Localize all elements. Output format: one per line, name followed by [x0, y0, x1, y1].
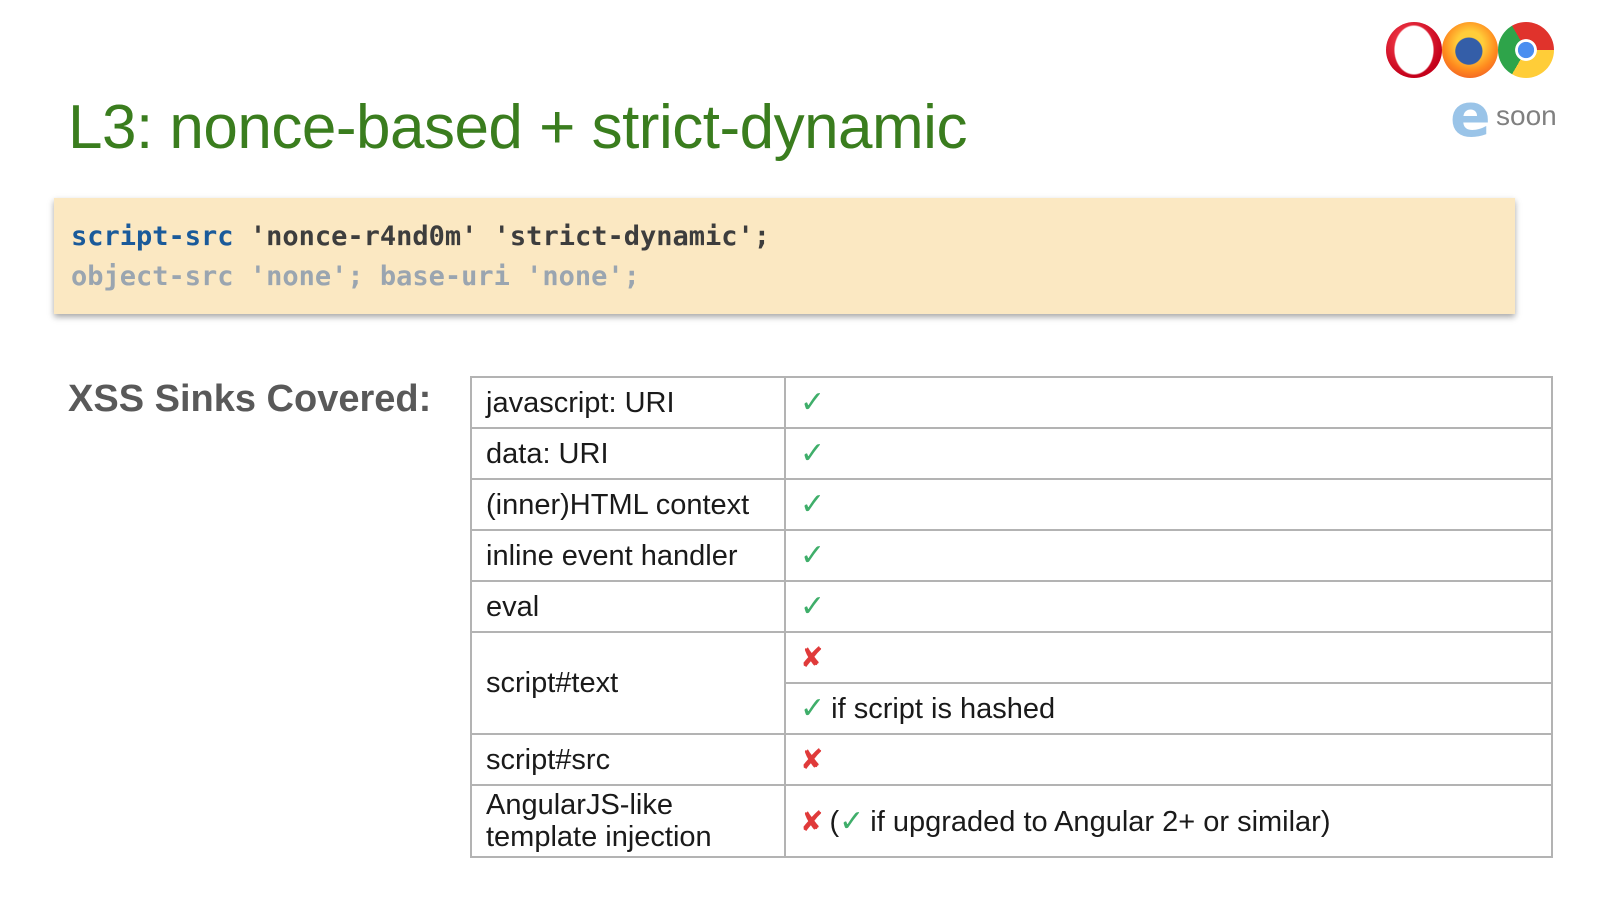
check-icon: ✓ — [800, 691, 826, 727]
code-line-1: script-src 'nonce-r4nd0m' 'strict-dynami… — [71, 217, 1515, 257]
table-row: AngularJS-like template injection ✘ (✓ if u… — [470, 784, 1553, 858]
cross-icon: ✘ — [800, 804, 824, 838]
cross-icon: ✘ — [800, 641, 824, 675]
edge-soon-label: soon — [1496, 100, 1557, 131]
sink-status: ✘ — [784, 733, 1553, 786]
check-icon: ✓ — [800, 538, 826, 574]
sink-note: if script is hashed — [831, 693, 1056, 726]
sink-status-alt: ✓ if script is hashed — [784, 682, 1553, 735]
sink-status: ✓ — [784, 427, 1553, 480]
note-open-paren: ( — [829, 805, 840, 838]
sink-status: ✓ — [784, 478, 1553, 531]
sink-name-line: AngularJS-like — [486, 789, 673, 821]
check-icon: ✓ — [800, 385, 826, 421]
sink-name: AngularJS-like template injection — [470, 784, 786, 858]
edge-logo-icon: e — [1450, 81, 1491, 151]
table-row: eval ✓ — [470, 580, 1553, 633]
table-row: inline event handler ✓ — [470, 529, 1553, 582]
check-icon: ✓ — [839, 803, 865, 839]
slide-title: L3: nonce-based + strict-dynamic — [68, 93, 967, 162]
sink-name: eval — [470, 580, 786, 633]
table-row: data: URI ✓ — [470, 427, 1553, 480]
csp-code-block: script-src 'nonce-r4nd0m' 'strict-dynami… — [54, 198, 1515, 314]
table-row: (inner)HTML context ✓ — [470, 478, 1553, 531]
sink-name: inline event handler — [470, 529, 786, 582]
slide: L3: nonce-based + strict-dynamic e soon … — [0, 0, 1600, 900]
check-icon: ✓ — [800, 436, 826, 472]
sink-name: javascript: URI — [470, 376, 786, 429]
code-semicolon: ; — [753, 221, 771, 252]
firefox-logo-icon — [1442, 22, 1498, 78]
browser-support: e soon — [1386, 22, 1586, 152]
cross-icon: ✘ — [800, 743, 824, 777]
sink-status: ✘ — [784, 631, 1553, 684]
sink-note: if upgraded to Angular 2+ or similar) — [870, 805, 1331, 838]
sinks-table: javascript: URI ✓ data: URI ✓ (inner)HTM… — [470, 376, 1553, 858]
table-row: script#text ✘ — [470, 631, 1553, 735]
sink-status: ✓ — [784, 376, 1553, 429]
opera-logo-icon — [1386, 22, 1442, 78]
sink-status: ✓ — [784, 580, 1553, 633]
sink-status: ✘ (✓ if upgraded to Angular 2+ or similar) — [784, 784, 1553, 858]
sink-name: (inner)HTML context — [470, 478, 786, 531]
check-icon: ✓ — [800, 589, 826, 625]
sinks-heading: XSS Sinks Covered: — [68, 378, 432, 420]
check-icon: ✓ — [800, 487, 826, 523]
sink-name: data: URI — [470, 427, 786, 480]
sink-name: script#text — [470, 631, 786, 735]
sink-status: ✓ — [784, 529, 1553, 582]
code-directive: script-src — [71, 221, 234, 252]
code-nonce: 'nonce-r4nd0m' — [249, 221, 478, 252]
table-row: script#src ✘ — [470, 733, 1553, 786]
sink-name: script#src — [470, 733, 786, 786]
sink-name-line: template injection — [486, 821, 712, 853]
chrome-logo-icon — [1498, 22, 1554, 78]
code-strict-dynamic: 'strict-dynamic' — [493, 221, 754, 252]
code-line-2: object-src 'none'; base-uri 'none'; — [71, 261, 640, 292]
table-row: javascript: URI ✓ — [470, 376, 1553, 429]
